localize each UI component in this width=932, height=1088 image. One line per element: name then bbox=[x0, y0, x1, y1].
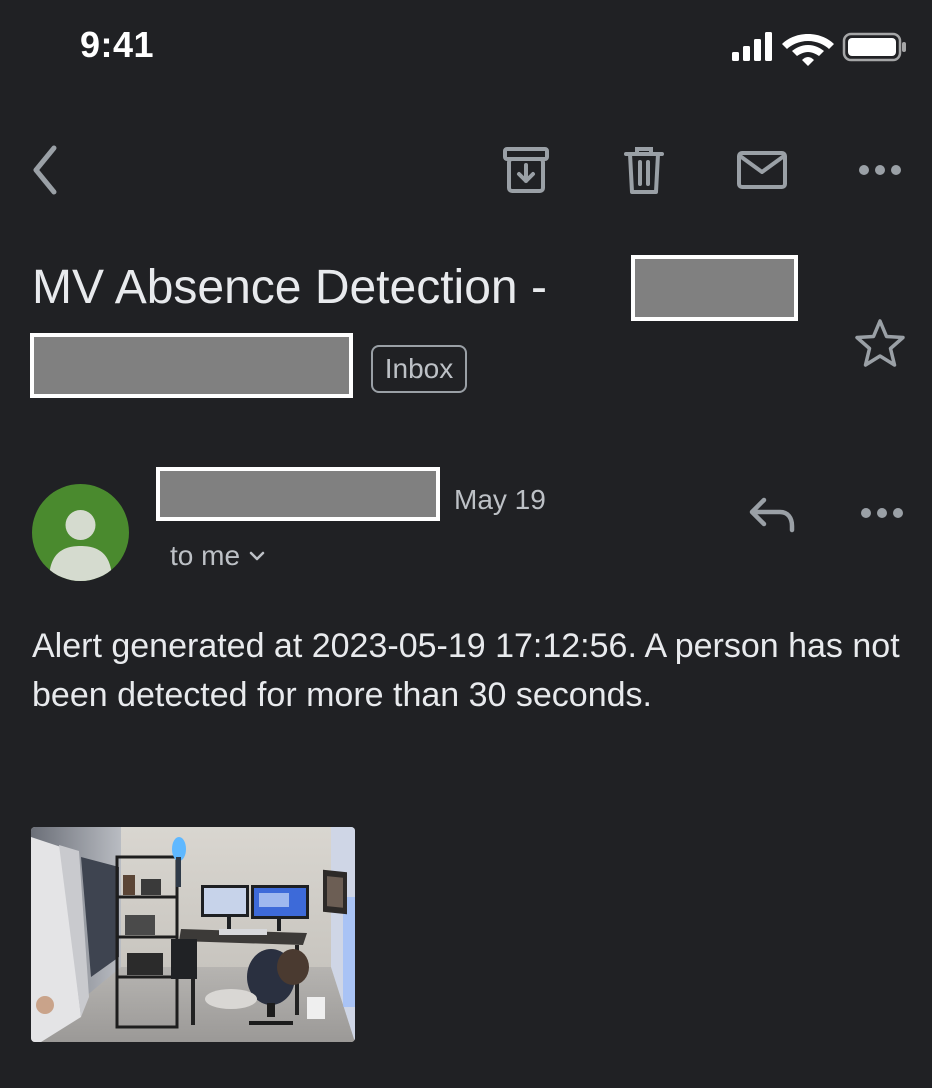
more-options-button[interactable] bbox=[850, 140, 910, 200]
sender-avatar[interactable] bbox=[32, 484, 129, 581]
recipient-details-toggle[interactable]: to me bbox=[170, 540, 266, 572]
back-button[interactable] bbox=[16, 140, 76, 200]
camera-snapshot-picture bbox=[31, 827, 355, 1042]
status-time: 9:41 bbox=[80, 24, 155, 65]
reply-icon bbox=[749, 497, 795, 533]
person-icon bbox=[49, 510, 112, 581]
status-icons bbox=[730, 30, 910, 66]
star-icon bbox=[855, 319, 905, 367]
delete-button[interactable] bbox=[614, 140, 674, 200]
inbox-label-chip[interactable]: Inbox bbox=[371, 345, 467, 393]
reply-button[interactable] bbox=[742, 488, 802, 544]
email-subject: MV Absence Detection - bbox=[32, 261, 547, 314]
email-body: Alert generated at 2023-05-19 17:12:56. … bbox=[32, 627, 900, 714]
email-date: May 19 bbox=[454, 484, 546, 515]
star-button[interactable] bbox=[852, 316, 908, 372]
battery-icon bbox=[842, 32, 906, 62]
archive-icon bbox=[503, 147, 549, 193]
mark-unread-button[interactable] bbox=[732, 140, 792, 200]
trash-icon bbox=[624, 147, 664, 194]
back-arrow-icon bbox=[33, 145, 57, 195]
recipient-text: to me bbox=[170, 540, 241, 571]
chevron-down-icon bbox=[249, 551, 265, 561]
archive-button[interactable] bbox=[496, 140, 556, 200]
signal-icon bbox=[732, 32, 772, 61]
message-more-button[interactable] bbox=[852, 488, 912, 538]
redacted-subject-part-1 bbox=[631, 255, 798, 321]
mark-unread-icon bbox=[737, 151, 787, 189]
more-icon bbox=[861, 508, 903, 518]
more-icon bbox=[859, 165, 901, 175]
redacted-sender-name bbox=[156, 467, 440, 521]
redacted-subject-part-2 bbox=[30, 333, 353, 398]
camera-snapshot-image[interactable] bbox=[31, 827, 355, 1042]
wifi-icon bbox=[782, 34, 834, 66]
